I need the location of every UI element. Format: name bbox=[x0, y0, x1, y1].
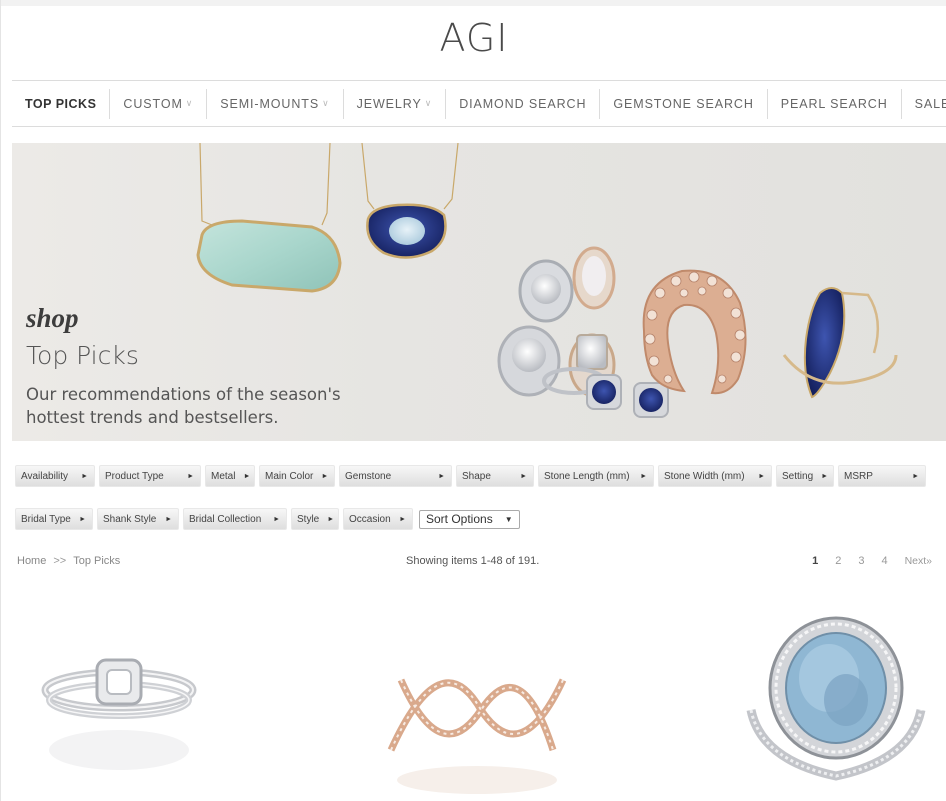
nav-label: SALE bbox=[914, 96, 946, 111]
breadcrumb: Home >> Top Picks bbox=[17, 555, 120, 567]
nav-label: PEARL SEARCH bbox=[780, 96, 888, 111]
filter-shank-style[interactable]: Shank Style ► bbox=[97, 508, 179, 530]
caret-right-icon: ► bbox=[79, 515, 86, 523]
caret-right-icon: ► bbox=[187, 472, 194, 480]
page-2[interactable]: 2 bbox=[835, 555, 841, 567]
chevron-down-icon: ∨ bbox=[424, 98, 433, 108]
hero-title: Top Picks bbox=[26, 341, 139, 370]
chevron-down-icon: ∨ bbox=[322, 98, 330, 108]
hero-shop-label: shop bbox=[26, 303, 79, 333]
caret-right-icon: ► bbox=[243, 472, 251, 480]
site-logo[interactable]: AGI bbox=[1, 16, 946, 60]
page-4[interactable]: 4 bbox=[881, 555, 887, 567]
filter-gemstone[interactable]: Gemstone ► bbox=[339, 465, 452, 487]
chevron-down-icon: ▼ bbox=[504, 514, 513, 524]
product-grid bbox=[1, 600, 946, 801]
page-3[interactable]: 3 bbox=[858, 555, 864, 567]
caret-right-icon: ► bbox=[758, 472, 765, 480]
product-image-3[interactable] bbox=[741, 600, 931, 801]
filter-availability[interactable]: Availability ► bbox=[15, 465, 95, 487]
nav-gemstone-search[interactable]: GEMSTONE SEARCH bbox=[600, 88, 768, 119]
filter-metal[interactable]: Metal ► bbox=[205, 465, 255, 487]
product-image-2[interactable] bbox=[381, 600, 571, 801]
caret-right-icon: ► bbox=[912, 472, 919, 480]
breadcrumb-home[interactable]: Home bbox=[17, 555, 46, 567]
nav-diamond-search[interactable]: DIAMOND SEARCH bbox=[446, 88, 601, 119]
breadcrumb-current[interactable]: Top Picks bbox=[73, 555, 120, 567]
caret-right-icon: ► bbox=[165, 515, 172, 523]
filter-style[interactable]: Style ► bbox=[291, 508, 339, 530]
filter-msrp[interactable]: MSRP ► bbox=[838, 465, 926, 487]
filter-bridal-collection[interactable]: Bridal Collection ► bbox=[183, 508, 287, 530]
caret-right-icon: ► bbox=[273, 515, 280, 523]
nav-jewelry[interactable]: JEWELRY ∨ bbox=[344, 88, 447, 119]
caret-right-icon: ► bbox=[438, 472, 445, 480]
nav-sale[interactable]: SALE∨ bbox=[902, 89, 946, 119]
page: AGI TOP PICKS CUSTOM ∨ SEMI-MOUNTS ∨ JEWEL… bbox=[0, 0, 946, 801]
filter-occasion[interactable]: Occasion ► bbox=[343, 508, 413, 530]
caret-right-icon: ► bbox=[321, 472, 329, 480]
nav-label: JEWELRY bbox=[356, 96, 422, 111]
filter-product-type[interactable]: Product Type ► bbox=[99, 465, 201, 487]
filter-shape[interactable]: Shape ► bbox=[456, 465, 534, 487]
hero-banner[interactable]: shop Top Picks Our recommendations of th… bbox=[12, 143, 946, 441]
caret-right-icon: ► bbox=[327, 515, 335, 523]
nav-label: DIAMOND SEARCH bbox=[459, 96, 587, 111]
nav-label: GEMSTONE SEARCH bbox=[613, 96, 754, 111]
nav-top-picks[interactable]: TOP PICKS bbox=[12, 88, 111, 119]
chevron-down-icon: ∨ bbox=[185, 98, 194, 108]
nav-custom[interactable]: CUSTOM ∨ bbox=[110, 88, 208, 119]
filter-bridal-type[interactable]: Bridal Type ► bbox=[15, 508, 93, 530]
caret-right-icon: ► bbox=[640, 472, 647, 480]
hero-subtitle: Our recommendations of the season's hott… bbox=[26, 385, 341, 427]
next-page-link[interactable]: Next» bbox=[905, 555, 932, 567]
filter-stone-length[interactable]: Stone Length (mm) ► bbox=[538, 465, 654, 487]
browser-top-strip bbox=[1, 0, 946, 6]
sort-options-select[interactable]: Sort Options ▼ bbox=[419, 509, 520, 529]
filter-bar-row-1: Availability ► Product Type ► Metal ► Main … bbox=[15, 465, 935, 487]
product-image-1[interactable] bbox=[31, 600, 211, 801]
caret-right-icon: ► bbox=[520, 472, 527, 480]
results-count: Showing items 1-48 of 191. bbox=[406, 555, 540, 567]
page-1[interactable]: 1 bbox=[812, 555, 818, 567]
caret-right-icon: ► bbox=[81, 472, 88, 480]
pagination: 1 2 3 4 Next» bbox=[795, 555, 932, 567]
caret-right-icon: ► bbox=[821, 472, 829, 480]
nav-label: CUSTOM bbox=[123, 96, 183, 111]
filter-stone-width[interactable]: Stone Width (mm) ► bbox=[658, 465, 772, 487]
main-navigation: TOP PICKS CUSTOM ∨ SEMI-MOUNTS ∨ JEWELRY ∨ … bbox=[12, 80, 946, 127]
breadcrumb-separator: >> bbox=[53, 555, 67, 567]
filter-bar-row-2: Bridal Type ► Shank Style ► Bridal Collect… bbox=[15, 508, 935, 530]
caret-right-icon: ► bbox=[399, 515, 406, 523]
nav-semi-mounts[interactable]: SEMI-MOUNTS ∨ bbox=[207, 88, 344, 119]
nav-label: TOP PICKS bbox=[25, 96, 97, 111]
filter-main-color[interactable]: Main Color ► bbox=[259, 465, 335, 487]
nav-label: SEMI-MOUNTS bbox=[220, 96, 320, 111]
filter-setting[interactable]: Setting ► bbox=[776, 465, 834, 487]
nav-pearl-search[interactable]: PEARL SEARCH bbox=[768, 88, 902, 119]
